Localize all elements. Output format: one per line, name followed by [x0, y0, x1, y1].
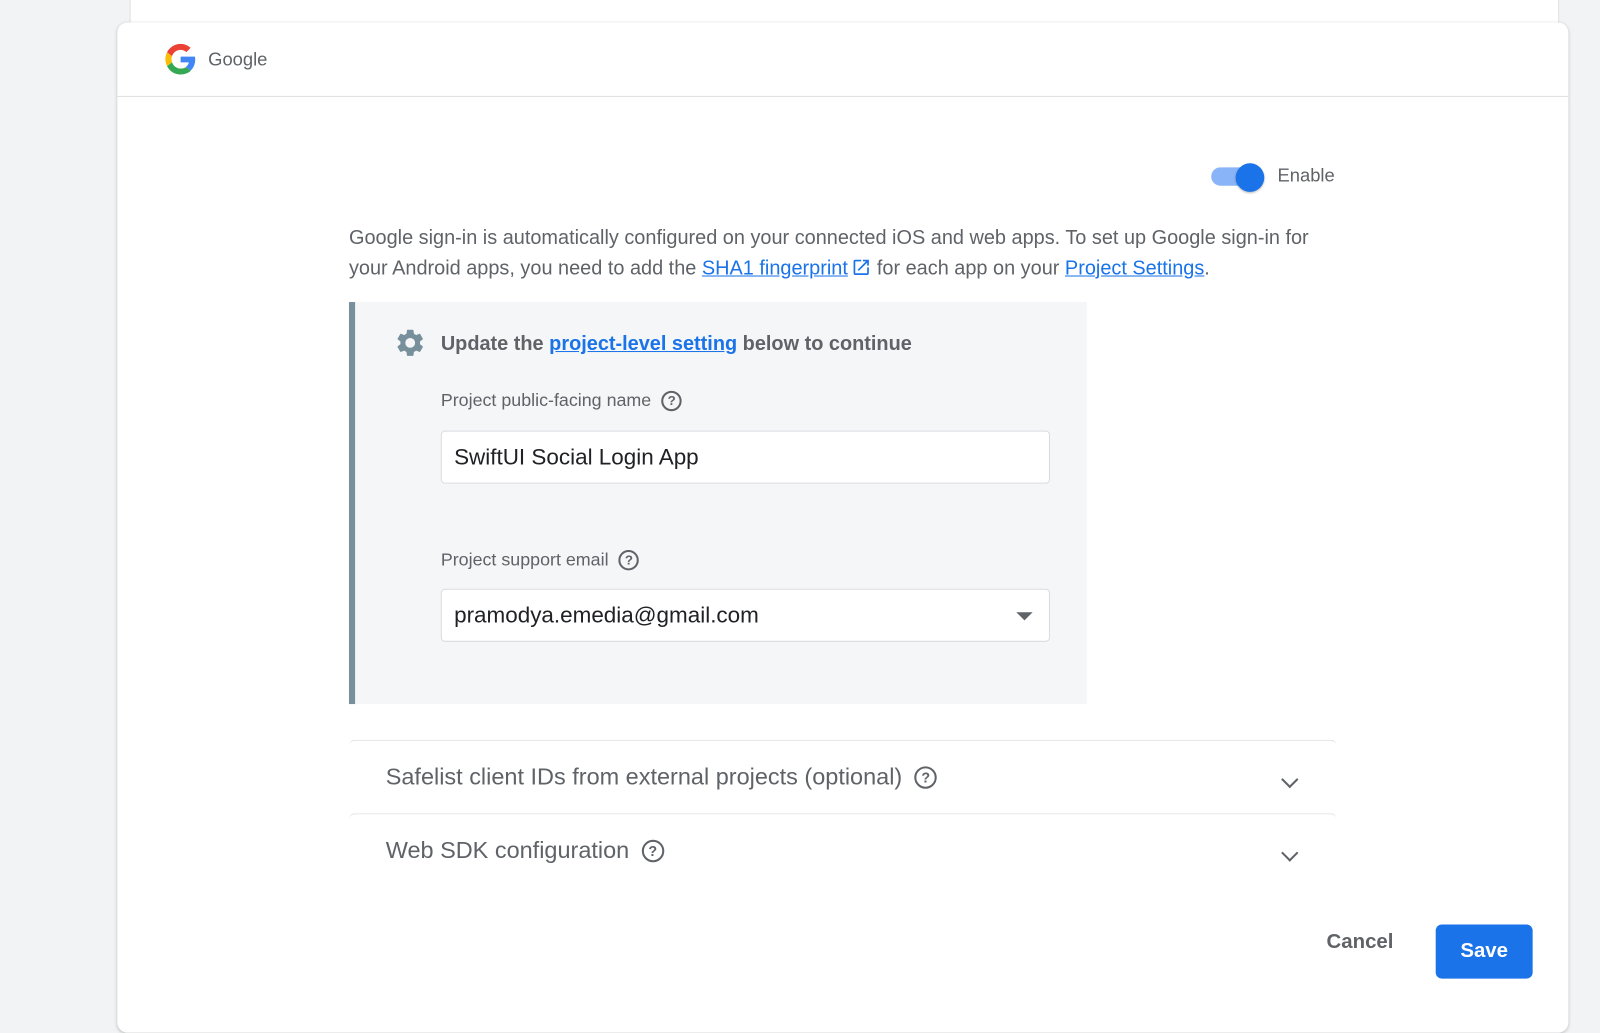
enable-toggle[interactable] — [1211, 163, 1265, 192]
help-icon[interactable]: ? — [914, 765, 937, 789]
external-link-icon[interactable] — [851, 257, 871, 277]
support-email-value: pramodya.emedia@gmail.com — [454, 602, 759, 628]
project-level-setting-link[interactable]: project-level setting — [549, 333, 737, 355]
panel-title-text: Update the — [440, 332, 550, 356]
sha1-fingerprint-link[interactable]: SHA1 fingerprint — [702, 257, 848, 279]
save-button[interactable]: Save — [1435, 924, 1533, 979]
project-settings-link[interactable]: Project Settings — [1065, 257, 1204, 279]
accordion-label: Safelist client IDs from external projec… — [385, 763, 903, 790]
accordion-safelist-client-ids[interactable]: Safelist client IDs from external projec… — [348, 739, 1337, 814]
project-name-label-text: Project public-facing name — [440, 389, 652, 411]
panel-title-text: below to continue — [737, 332, 912, 356]
provider-config-card: Google Enable Google sign-in is automati… — [117, 22, 1569, 1033]
description: Google sign-in is automatically configur… — [349, 222, 1339, 283]
accordion-web-sdk-configuration[interactable]: Web SDK configuration? — [348, 813, 1337, 887]
project-name-value: SwiftUI Social Login App — [454, 443, 699, 470]
toggle-thumb[interactable] — [1235, 163, 1265, 192]
project-name-input[interactable]: SwiftUI Social Login App — [440, 430, 1050, 484]
support-email-label: Project support email? — [440, 548, 640, 570]
provider-name: Google — [208, 48, 268, 69]
cancel-button[interactable]: Cancel — [1327, 931, 1394, 954]
card-header: Google — [117, 22, 1569, 97]
chevron-down-icon[interactable] — [1281, 770, 1299, 789]
dropdown-arrow-icon[interactable] — [1016, 612, 1033, 621]
chevron-down-icon[interactable] — [1281, 844, 1299, 862]
support-email-label-text: Project support email — [440, 548, 609, 570]
gear-icon — [397, 329, 423, 356]
description-text: for each app on your — [871, 257, 1065, 280]
enable-label: Enable — [1277, 165, 1335, 186]
support-email-select[interactable]: pramodya.emedia@gmail.com — [440, 588, 1050, 642]
project-settings-panel: Update the project-level setting below t… — [348, 302, 1087, 705]
project-name-label: Project public-facing name? — [441, 390, 682, 411]
help-icon[interactable]: ? — [661, 390, 682, 411]
accordion-label: Web SDK configuration — [385, 836, 630, 864]
help-icon[interactable]: ? — [641, 839, 664, 862]
panel-title: Update the project-level setting below t… — [441, 333, 912, 356]
google-logo-icon — [165, 43, 196, 75]
description-text: . — [1204, 257, 1210, 280]
help-icon[interactable]: ? — [618, 549, 640, 570]
